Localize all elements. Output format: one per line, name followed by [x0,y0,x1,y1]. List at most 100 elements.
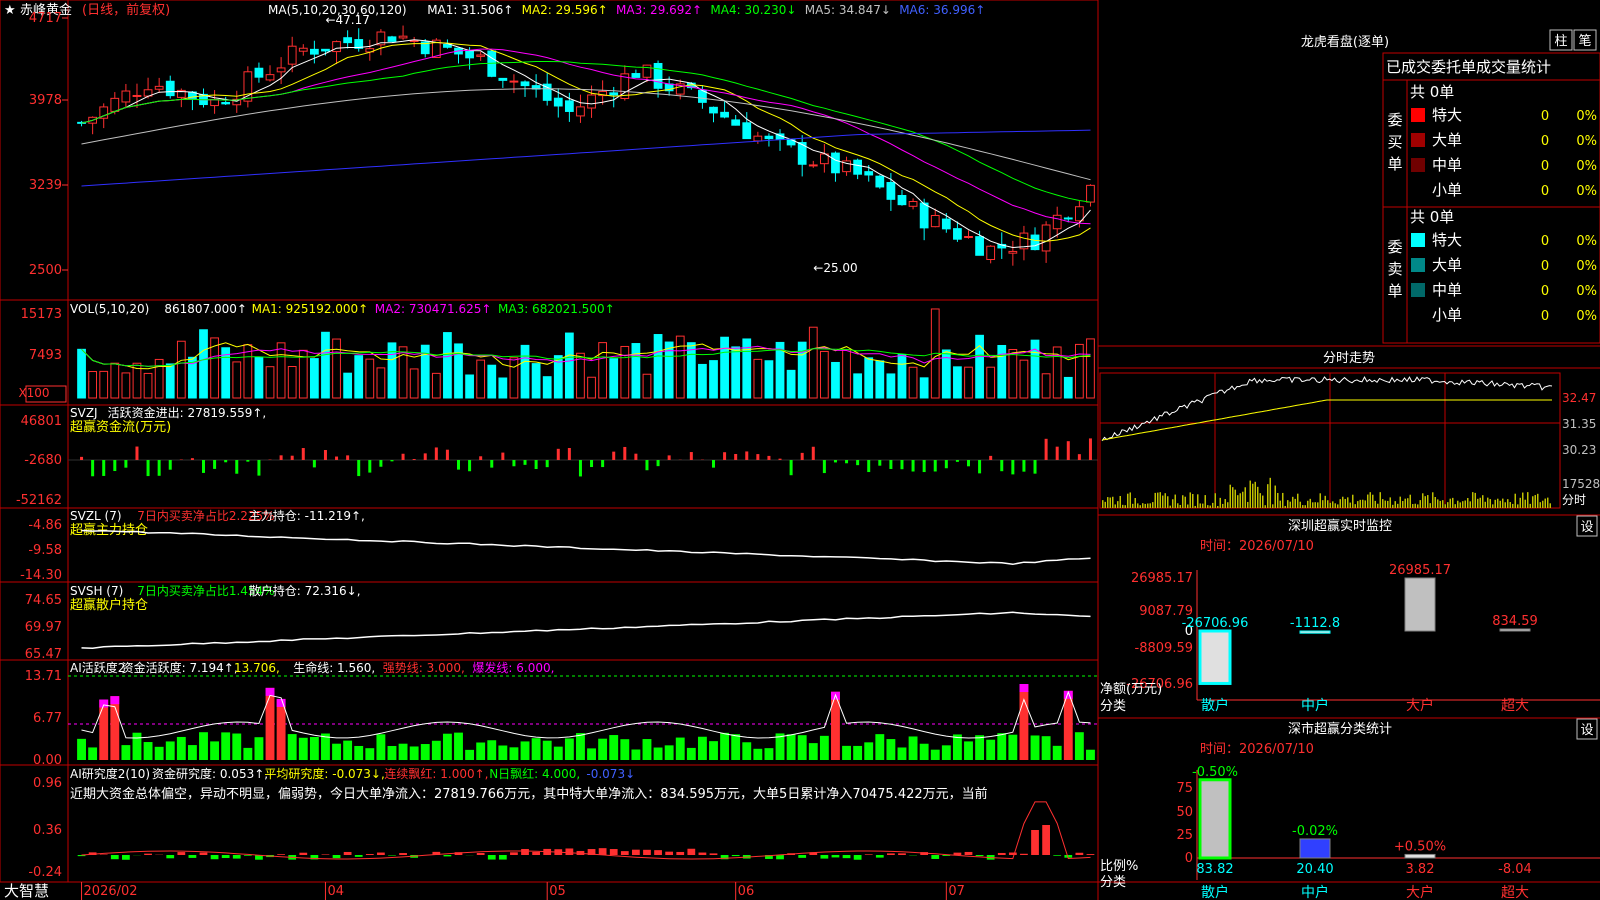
volume-bar [975,334,984,399]
ai-active-bar [398,743,408,760]
candle-body [808,164,818,167]
volume-bar [731,346,741,399]
svzj-bar [479,456,483,460]
intraday-volume-bar [1204,495,1206,508]
ai-active-bar [1008,734,1018,760]
volume-bar [332,338,341,399]
buy-side-label-char: 买 [1387,133,1402,151]
ai-active-bar [808,743,818,760]
vol-indicator-value: 861807.000↑ [164,302,247,316]
svzj-bar [623,446,627,460]
intraday-volume-bar [1137,503,1139,508]
intraday-volume-bar [1522,492,1524,508]
ai-active-bar [154,746,164,760]
candle-body [465,50,474,59]
intraday-volume-bar [1127,493,1129,508]
intraday-volume-bar [1307,500,1309,508]
sell-row-name: 小单 [1432,306,1462,324]
candle-body [387,36,397,42]
svzj-bar [257,460,261,476]
svzl-axis-tick: -14.30 [20,568,62,583]
volume-bar [908,366,918,399]
intraday-volume-bar [1144,503,1146,508]
ai-research-bar [964,851,973,855]
intraday-volume-bar [1484,501,1486,508]
intraday-volume-bar [1262,495,1264,508]
sz-class-axis-tick: 25 [1176,828,1193,843]
sz-class-axis-tick: 0 [1185,851,1193,866]
ai-active-bar [986,739,996,760]
volume-bar [897,354,907,399]
intraday-volume-bar [1247,501,1249,508]
sz-class-change-label: -0.50% [1192,765,1238,780]
candle-body [276,67,286,73]
sell-row-pct: 0% [1576,284,1597,299]
intraday-volume-bar [1347,497,1349,508]
ai-active-bar [853,745,863,760]
ai-research-bar [953,852,962,855]
intraday-volume-bar [1199,503,1201,508]
dragon-tiger-title: 龙虎看盘(逐单) [1301,34,1389,50]
svzj-bar [955,460,959,462]
volume-bar [753,358,763,399]
intraday-volume-bar [1164,493,1166,508]
ai-active-bar [587,748,596,760]
favorite-star-icon[interactable]: ★ [4,3,16,18]
candle-body [1052,214,1062,230]
sell-row-swatch [1411,283,1425,297]
intraday-volume-bar [1454,504,1456,508]
intraday-volume-bar [1252,483,1254,508]
svzj-bar [989,455,993,460]
svzj-bar [346,455,350,460]
svzl-line [81,529,1091,566]
sz-monitor-unit: 净额(万元) [1100,682,1162,697]
sz-class-change-label: +0.50% [1394,839,1446,854]
intraday-volume-bar [1542,500,1544,508]
volume-bar [587,376,596,399]
svzj-bar [468,460,472,472]
volume-bar [354,355,364,399]
svzj-bar [878,460,882,466]
intraday-volume-bar [1132,503,1134,508]
candle-body [753,135,763,142]
svzj-bar [845,460,849,464]
intraday-volume-bar [1189,492,1191,508]
intraday-volume-bar [1389,497,1391,508]
volume-bar [576,352,585,399]
x-axis-label: 05 [549,884,566,899]
ai-active-bar [199,732,208,760]
svzj-bar [246,460,250,462]
svzj-bar [202,460,205,473]
intraday-volume-bar [1227,502,1229,508]
ai-active-bar [165,741,175,760]
ai-research-bar [1042,825,1050,855]
svzj-bar [102,460,106,476]
svzj-bar [290,455,294,460]
chart-canvas[interactable]: ★ 赤峰黄金 (日线，前复权) MA(5,10,20,30,60,120) MA1: 3… [0,0,1600,900]
ai-research-bar [898,853,906,855]
svzj-bar [556,448,560,460]
intraday-volume-bar [1207,505,1209,508]
svzj-bar [323,450,327,460]
svzj-axis-tick: -2680 [24,453,62,468]
volume-bar [864,357,874,399]
svzj-bar [235,460,239,474]
intraday-vol-label: 分时 [1562,493,1586,507]
svzj-bar [445,449,449,460]
volume-bar [487,364,497,399]
ai-active-bar [77,738,86,760]
candle-body [443,44,452,48]
ai-research-bar [487,855,496,860]
ai-research-bar [110,855,119,860]
intraday-volume-bar [1109,497,1111,508]
sell-row-count: 0 [1541,234,1549,249]
ma-indicator-value: MA5: 34.847↓ [805,3,891,17]
intraday-volume-bar [1157,492,1159,508]
intraday-volume-bar [1482,495,1484,508]
ai-research-indicator-value: 资金研究度: 0.053↑, [152,766,268,781]
svzj-bar [745,451,749,460]
volume-bar [309,358,319,399]
svzj-bar [811,446,815,460]
volume-bar [853,373,863,399]
volume-bar [875,360,885,399]
